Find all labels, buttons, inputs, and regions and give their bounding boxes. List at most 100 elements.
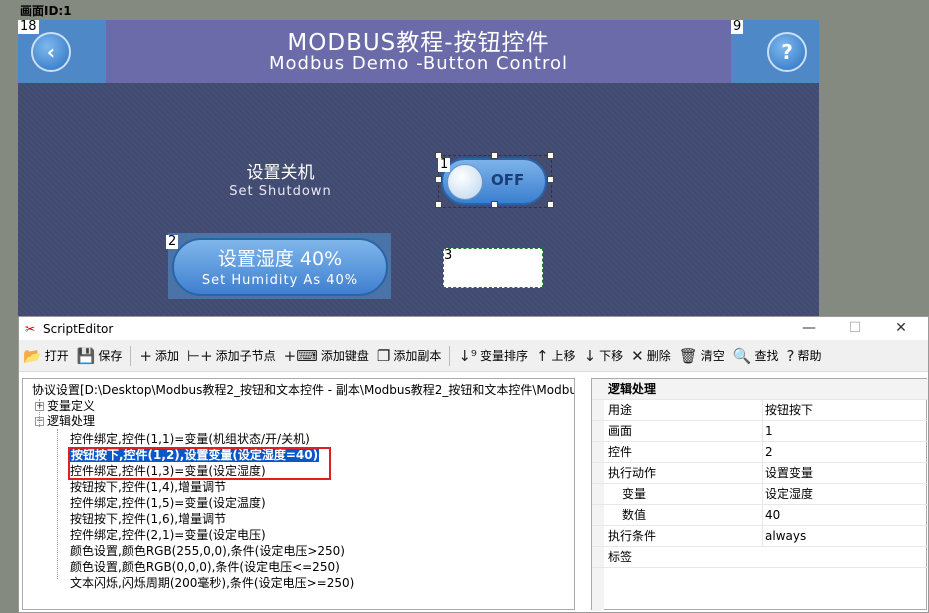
delete-icon: ✕ bbox=[631, 346, 644, 365]
property-key: 画面 bbox=[608, 424, 633, 438]
toolbar-label: 变量排序 bbox=[479, 349, 528, 363]
tree-item[interactable]: 文本闪烁,闪烁周期(200毫秒),条件(设定电压>=250) bbox=[70, 576, 354, 591]
tree-item[interactable]: 按钮按下,控件(1,6),增量调节 bbox=[70, 512, 226, 527]
toolbar-label: 添加键盘 bbox=[320, 349, 369, 363]
hmi-canvas: ‹ 18 MODBUS教程-按钮控件 Modbus Demo -Button C… bbox=[18, 20, 819, 320]
switch-state-label: OFF bbox=[491, 171, 525, 189]
resize-handle[interactable] bbox=[491, 152, 498, 159]
property-row[interactable]: 画面 1 bbox=[592, 421, 928, 442]
app-icon: ✂ bbox=[25, 321, 36, 336]
toolbar-label: 删除 bbox=[646, 349, 671, 363]
page-title: MODBUS教程-按钮控件 bbox=[287, 30, 550, 56]
toolbar-label: 添加副本 bbox=[393, 349, 442, 363]
copy-icon: ❐ bbox=[376, 346, 391, 365]
toolbar-label: 查找 bbox=[754, 349, 779, 363]
toolbar-label: 下移 bbox=[599, 349, 624, 363]
toolbar-button-2[interactable]: + 添加 bbox=[139, 347, 179, 365]
toolbar-button-8[interactable]: ↓ 下移 bbox=[584, 347, 624, 365]
screen-id-label: 画面ID:1 bbox=[20, 4, 72, 18]
toolbar-label: 清空 bbox=[700, 349, 725, 363]
toolbar-button-5[interactable]: ❐ 添加副本 bbox=[377, 347, 441, 365]
toolbar-label: 帮助 bbox=[797, 349, 822, 363]
humidity-label-en: Set Humidity As 40% bbox=[201, 273, 359, 288]
hmi-title-bar: ‹ 18 MODBUS教程-按钮控件 Modbus Demo -Button C… bbox=[18, 20, 819, 83]
tree-node-var-def[interactable]: + 变量定义 bbox=[35, 399, 95, 414]
property-row[interactable]: 控件 2 bbox=[592, 442, 928, 463]
resize-handle[interactable] bbox=[547, 176, 554, 183]
property-value[interactable]: 按钮按下 bbox=[762, 400, 813, 421]
minimize-icon[interactable]: — bbox=[786, 317, 832, 340]
toolbar-button-0[interactable]: 📂 打开 bbox=[23, 347, 69, 365]
property-value[interactable]: 设置变量 bbox=[762, 463, 813, 484]
property-row[interactable]: 执行动作 设置变量 bbox=[592, 463, 928, 484]
resize-handle[interactable] bbox=[435, 176, 442, 183]
toolbar-button-4[interactable]: +⌨ 添加键盘 bbox=[284, 347, 369, 365]
property-key: 用途 bbox=[608, 403, 633, 417]
toolbar-button-3[interactable]: ⊢+ 添加子节点 bbox=[187, 347, 276, 365]
search-icon: 🔍 bbox=[732, 346, 752, 365]
property-row[interactable]: 执行条件 always bbox=[592, 526, 928, 547]
help-icon: ? bbox=[786, 346, 795, 365]
toolbar-label: 打开 bbox=[44, 349, 69, 363]
humidity-label-cn: 设置湿度 40% bbox=[217, 248, 343, 270]
toolbar-label: 上移 bbox=[551, 349, 576, 363]
property-row[interactable]: 逻辑处理 bbox=[592, 379, 928, 400]
shutdown-toggle-switch[interactable]: OFF bbox=[441, 158, 547, 205]
property-row[interactable]: 数值 40 bbox=[592, 505, 928, 526]
property-grid[interactable]: 逻辑处理用途 按钮按下画面 1 控件 2 执行动作 设置变量 变量 设定湿度数值 40 执行条件 al… bbox=[591, 378, 928, 611]
shutdown-label-cn: 设置关机 bbox=[246, 163, 315, 183]
resize-handle[interactable] bbox=[491, 201, 498, 208]
property-value[interactable]: 1 bbox=[762, 421, 773, 442]
tree-item[interactable]: 颜色设置,颜色RGB(255,0,0),条件(设定电压>250) bbox=[70, 544, 345, 559]
toolbar-button-12[interactable]: ? 帮助 bbox=[787, 347, 822, 365]
sort-icon: ↓⁹ bbox=[458, 346, 477, 365]
tree-item[interactable]: 控件绑定,控件(2,1)=变量(设定电压) bbox=[70, 528, 266, 543]
open-folder-icon: 📂 bbox=[23, 346, 42, 365]
help-icon[interactable]: ? bbox=[767, 32, 807, 72]
maximize-icon[interactable]: ☐ bbox=[832, 317, 878, 340]
trash-icon: 🗑 bbox=[678, 346, 698, 365]
humidity-value-display[interactable] bbox=[443, 248, 543, 288]
script-tree[interactable]: 协议设置[D:\Desktop\Modbus教程2_按钮和文本控件 - 副本\M… bbox=[22, 378, 575, 610]
property-value[interactable]: 2 bbox=[762, 442, 773, 463]
set-humidity-button[interactable]: 设置湿度 40% Set Humidity As 40% bbox=[172, 238, 388, 296]
property-value[interactable]: 设定湿度 bbox=[762, 484, 813, 505]
toolbar-button-11[interactable]: 🔍 查找 bbox=[733, 347, 779, 365]
toolbar-label: 添加子节点 bbox=[215, 349, 276, 363]
widget-tag-1: 1 bbox=[438, 157, 451, 172]
help-button-area[interactable]: ? 9 bbox=[731, 20, 819, 83]
tree-item[interactable]: 控件绑定,控件(1,1)=变量(机组状态/开/关机) bbox=[70, 432, 310, 447]
toolbar-label: 保存 bbox=[98, 349, 123, 363]
expand-icon[interactable]: + bbox=[35, 402, 44, 411]
property-row[interactable]: 标签 bbox=[592, 547, 928, 568]
property-row[interactable]: 用途 按钮按下 bbox=[592, 400, 928, 421]
toolbar-button-10[interactable]: 🗑 清空 bbox=[679, 347, 725, 365]
resize-handle[interactable] bbox=[547, 201, 554, 208]
tree-item[interactable]: 颜色设置,颜色RGB(0,0,0),条件(设定电压<=250) bbox=[70, 560, 340, 575]
toolbar: 📂 打开 💾 保存 + 添加 ⊢+ 添加子节点 +⌨ 添加键盘 ❐ 添加副本 ↓⁹ 变量排序 ↑ 上移 ↓ 下移 ✕… bbox=[19, 340, 928, 372]
property-value[interactable]: 40 bbox=[762, 505, 780, 526]
property-key: 标签 bbox=[608, 550, 633, 564]
window-title: ScriptEditor bbox=[43, 321, 114, 336]
property-key: 数值 bbox=[622, 508, 647, 522]
toolbar-button-7[interactable]: ↑ 上移 bbox=[536, 347, 576, 365]
tree-item[interactable]: 控件绑定,控件(1,5)=变量(设定温度) bbox=[70, 496, 266, 511]
toolbar-button-9[interactable]: ✕ 删除 bbox=[631, 347, 671, 365]
switch-knob[interactable] bbox=[447, 164, 483, 200]
property-value[interactable]: always bbox=[762, 526, 806, 547]
resize-handle[interactable] bbox=[435, 201, 442, 208]
toolbar-button-1[interactable]: 💾 保存 bbox=[77, 347, 123, 365]
toolbar-label: 添加 bbox=[154, 349, 179, 363]
property-row[interactable]: 变量 设定湿度 bbox=[592, 484, 928, 505]
add-child-icon: ⊢+ bbox=[187, 346, 213, 365]
script-editor-window: ✂ ScriptEditor — ☐ ✕ 📂 打开 💾 保存 + 添加 ⊢+ 添加子节点 +⌨ 添… bbox=[18, 316, 929, 613]
toolbar-button-6[interactable]: ↓⁹ 变量排序 bbox=[458, 347, 528, 365]
arrow-up-icon: ↑ bbox=[535, 346, 549, 365]
tree-root[interactable]: 协议设置[D:\Desktop\Modbus教程2_按钮和文本控件 - 副本\M… bbox=[32, 383, 574, 398]
tree-node-logic[interactable]: − 逻辑处理 bbox=[35, 414, 95, 429]
collapse-icon[interactable]: − bbox=[35, 417, 44, 426]
plus-icon: + bbox=[139, 346, 152, 365]
close-icon[interactable]: ✕ bbox=[878, 317, 924, 340]
resize-handle[interactable] bbox=[547, 152, 554, 159]
tree-item[interactable]: 按钮按下,控件(1,4),增量调节 bbox=[70, 480, 226, 495]
